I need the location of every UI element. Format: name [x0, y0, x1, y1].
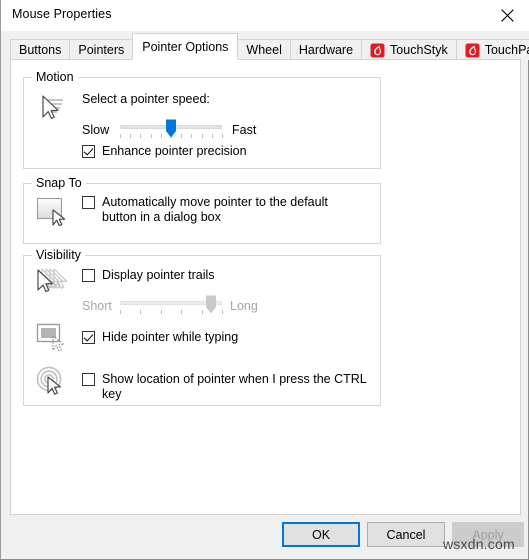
- hide-pointer-typing-icon: [34, 321, 76, 361]
- trails-slider-min-label: Short: [82, 299, 112, 313]
- show-location-label: Show location of pointer when I press th…: [102, 372, 367, 401]
- tab-label: Hardware: [298, 43, 354, 57]
- speed-slider-min-label: Slow: [82, 123, 110, 137]
- snap-to-group: Snap To Automatically move pointer to th…: [23, 176, 381, 244]
- tab-label: TouchPad: [484, 43, 529, 57]
- snap-to-checkbox-row[interactable]: Automatically move pointer to the defaul…: [82, 195, 358, 225]
- pointer-options-panel: Motion Select a pointer speed: Slow Fast: [10, 59, 521, 515]
- site-watermark: wsxdn.com: [443, 536, 515, 552]
- tab-hardware[interactable]: Hardware: [289, 39, 363, 60]
- mouse-properties-window: Mouse Properties Buttons Pointers Pointe…: [0, 0, 529, 560]
- pointer-speed-slider[interactable]: [120, 119, 223, 141]
- hide-typing-label: Hide pointer while typing: [102, 330, 239, 344]
- hide-typing-checkbox-row[interactable]: Hide pointer while typing: [82, 330, 238, 345]
- tab-strip: Buttons Pointers Pointer Options Wheel H…: [1, 31, 529, 60]
- pointer-speed-label: Select a pointer speed:: [82, 92, 210, 106]
- tab-label: Wheel: [246, 43, 282, 57]
- slider-thumb: [205, 295, 216, 314]
- cancel-button[interactable]: Cancel: [367, 522, 445, 547]
- display-trails-label: Display pointer trails: [102, 268, 215, 282]
- tab-pointer-options[interactable]: Pointer Options: [132, 33, 239, 60]
- tab-touchstyk[interactable]: TouchStyk: [361, 39, 457, 60]
- display-trails-checkbox-row[interactable]: Display pointer trails: [82, 268, 215, 283]
- tab-pointers[interactable]: Pointers: [69, 39, 134, 60]
- tab-wheel[interactable]: Wheel: [237, 39, 291, 60]
- close-icon[interactable]: [484, 0, 529, 31]
- hide-typing-checkbox[interactable]: [82, 331, 95, 344]
- ok-button[interactable]: OK: [282, 522, 360, 547]
- pointer-trail-icon: [34, 90, 76, 130]
- tab-label: Pointer Options: [142, 39, 229, 54]
- dialog-button-pointer-icon: [34, 194, 76, 234]
- snap-to-label: Automatically move pointer to the defaul…: [102, 195, 328, 224]
- slider-thumb[interactable]: [166, 119, 177, 138]
- ctrl-locate-pointer-icon: [34, 363, 76, 403]
- tab-label: TouchStyk: [390, 43, 448, 57]
- touchpad-red-icon: [465, 43, 480, 58]
- title-bar: Mouse Properties: [1, 0, 529, 32]
- enhance-precision-checkbox-row[interactable]: Enhance pointer precision: [82, 144, 247, 159]
- motion-group: Motion Select a pointer speed: Slow Fast: [23, 70, 381, 169]
- tab-label: Buttons: [19, 43, 62, 57]
- enhance-precision-label: Enhance pointer precision: [102, 144, 247, 158]
- visibility-group: Visibility Display pointer trails Short …: [23, 248, 381, 406]
- show-location-checkbox-row[interactable]: Show location of pointer when I press th…: [82, 372, 380, 402]
- show-location-checkbox[interactable]: [82, 373, 95, 386]
- ok-button-label: OK: [311, 527, 331, 542]
- touchstyk-red-icon: [370, 43, 385, 58]
- tab-buttons[interactable]: Buttons: [10, 39, 71, 60]
- tab-label: Pointers: [78, 43, 125, 57]
- tab-touchpad[interactable]: TouchPad: [455, 39, 529, 60]
- cancel-button-label: Cancel: [386, 527, 426, 542]
- pointer-trails-slider: [120, 295, 223, 317]
- window-title: Mouse Properties: [12, 7, 112, 21]
- visibility-group-title: Visibility: [32, 248, 85, 262]
- snap-to-checkbox[interactable]: [82, 196, 95, 209]
- pointer-trails-icon: [34, 266, 76, 306]
- trails-slider-max-label: Long: [230, 299, 258, 313]
- enhance-precision-checkbox[interactable]: [82, 145, 95, 158]
- snap-to-group-title: Snap To: [32, 176, 86, 190]
- motion-group-title: Motion: [32, 70, 78, 84]
- speed-slider-max-label: Fast: [232, 123, 257, 137]
- display-trails-checkbox[interactable]: [82, 269, 95, 282]
